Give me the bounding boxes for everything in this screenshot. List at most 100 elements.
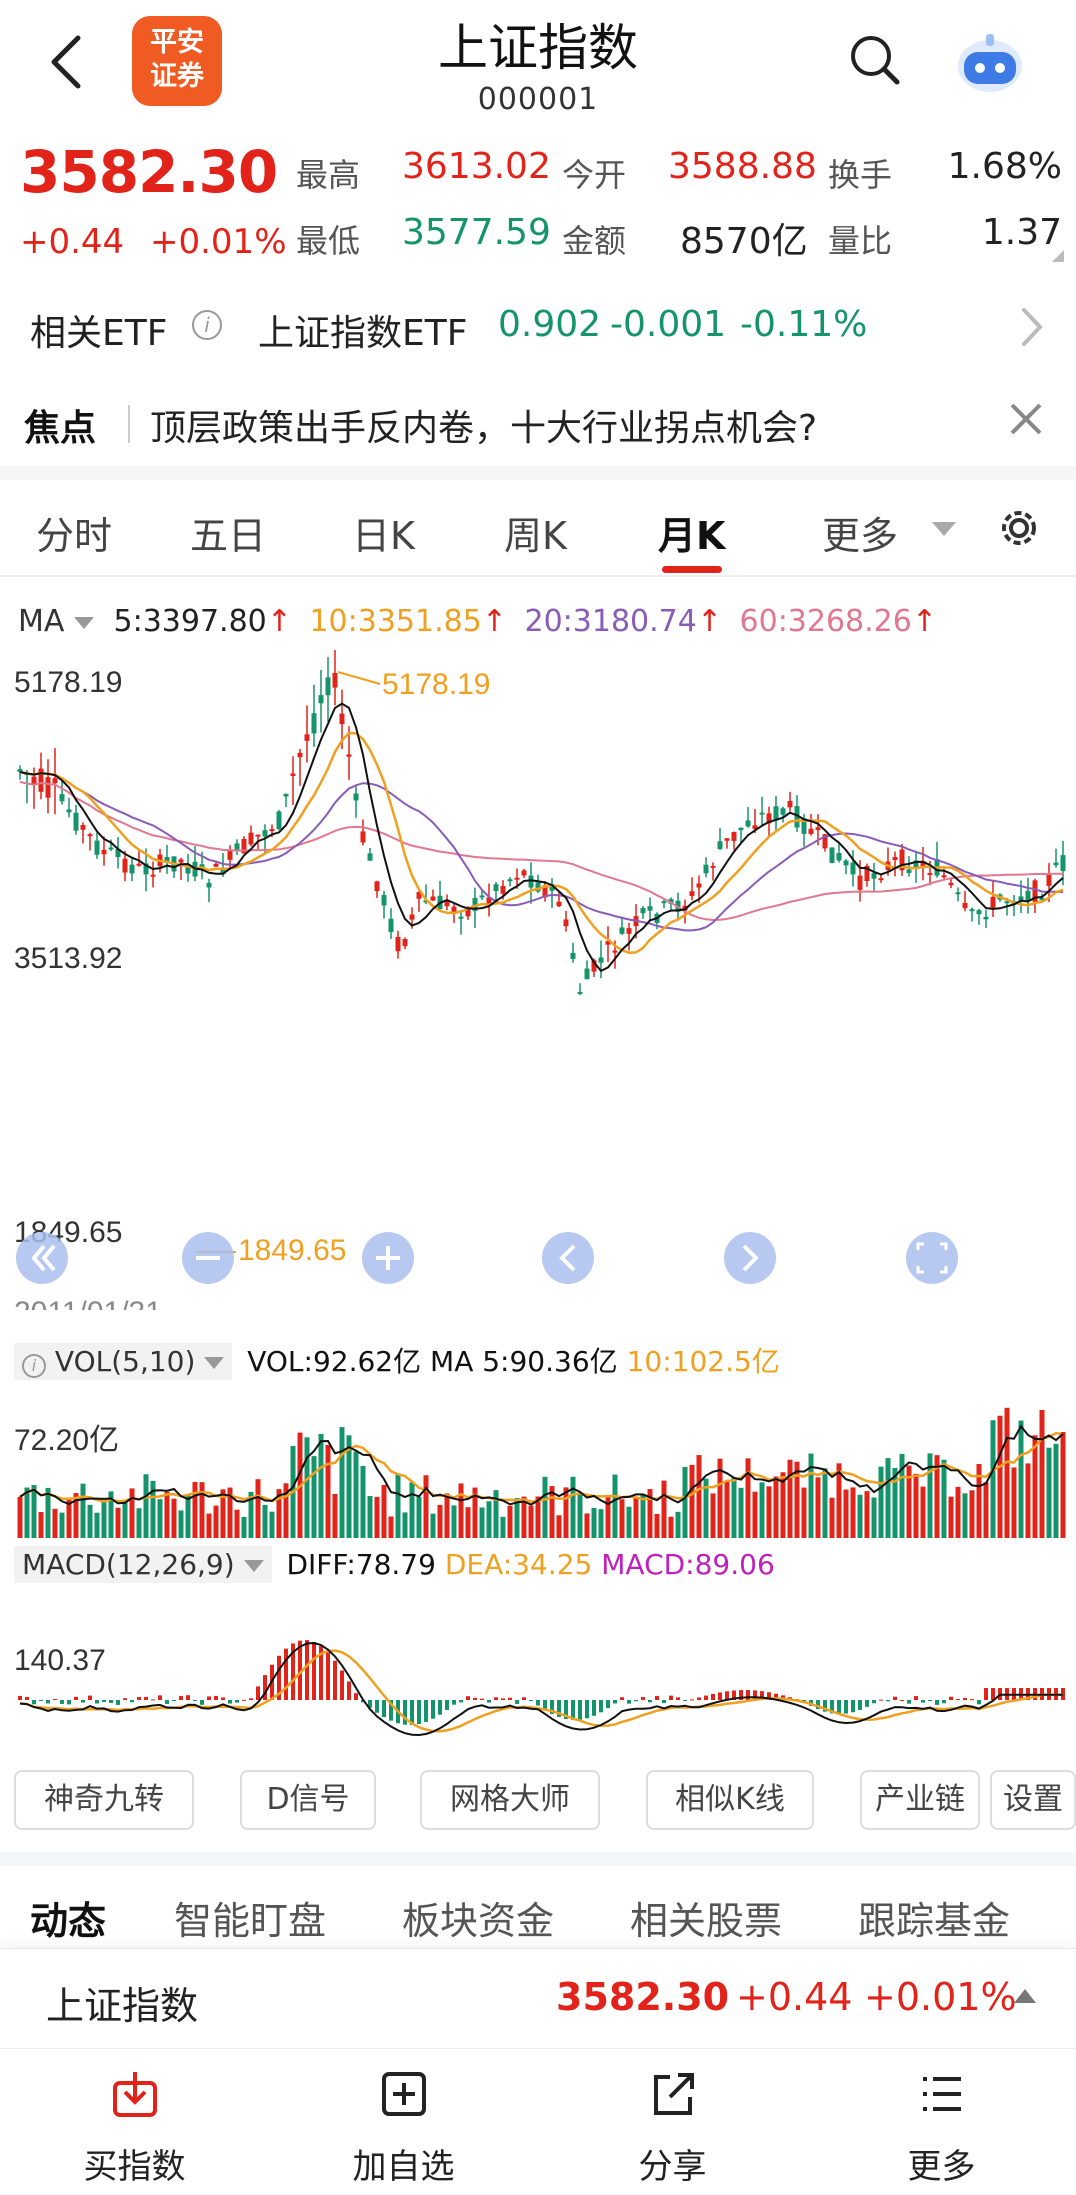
candles-group	[17, 650, 1066, 996]
macd-bar	[907, 1700, 911, 1704]
macd-bar	[844, 1700, 848, 1714]
macd-bar	[417, 1700, 421, 1725]
diff-line	[19, 1641, 1063, 1737]
nav-more[interactable]: 更多	[807, 2049, 1076, 2195]
dropdown-arrow-icon[interactable]	[932, 522, 956, 536]
nav-buy-index[interactable]: 买指数	[0, 2049, 269, 2195]
macd-bar	[207, 1696, 211, 1700]
volume-bar	[241, 1516, 247, 1538]
macd-bar	[172, 1700, 176, 1701]
related-etf-row[interactable]: 相关ETF i 上证指数ETF 0.902 -0.001 -0.11%	[0, 290, 1076, 370]
ma-selector[interactable]: MA	[18, 604, 94, 639]
tool-d-signal-button[interactable]: D信号	[240, 1770, 376, 1830]
subtab-news[interactable]: 动态	[30, 1890, 106, 1945]
tool-nine-turn-button[interactable]: 神奇九转	[14, 1770, 194, 1830]
ma10-line	[19, 731, 1064, 955]
tool-industry-chain-button[interactable]: 产业链	[860, 1770, 980, 1830]
volume-bar	[24, 1487, 30, 1538]
macd-bar	[88, 1695, 92, 1700]
macd-bar	[235, 1700, 239, 1703]
scroll-left-button[interactable]	[542, 1232, 594, 1284]
candle-body	[31, 776, 37, 784]
tab-monthly-k[interactable]: 月K	[658, 505, 725, 560]
tab-intraday[interactable]: 分时	[36, 505, 112, 560]
volume-bar	[143, 1474, 149, 1538]
stock-code: 000001	[477, 82, 599, 117]
volume-bar	[325, 1444, 331, 1538]
scroll-left-fast-button[interactable]	[16, 1232, 68, 1284]
macd-bar	[963, 1697, 967, 1700]
scroll-right-button[interactable]	[724, 1232, 776, 1284]
tool-grid-master-button[interactable]: 网格大师	[420, 1770, 600, 1830]
tab-five-day[interactable]: 五日	[190, 505, 266, 560]
volume-bar	[815, 1477, 821, 1538]
bottom-quote-bar[interactable]: 上证指数 3582.30 +0.44 +0.01%	[0, 1948, 1076, 2048]
tool-similar-k-button[interactable]: 相似K线	[646, 1770, 814, 1830]
bottom-quote-price: 3582.30	[556, 1975, 730, 2019]
monthly-kline-chart[interactable]: 5178.19 3513.92 1849.65 5178.19 1849.65 …	[0, 650, 1076, 1310]
volratio-label: 量比	[828, 222, 893, 260]
etf-price: 0.902	[498, 304, 602, 345]
vol-value: VOL:92.62亿	[247, 1345, 422, 1378]
candle-body	[759, 812, 765, 815]
tab-weekly-k[interactable]: 周K	[504, 505, 567, 560]
focus-news-row[interactable]: 焦点 顶层政策出手反内卷，十大行业拐点机会?	[0, 385, 1076, 465]
macd-bar	[977, 1700, 981, 1705]
subtab-tracking-funds[interactable]: 跟踪基金	[858, 1890, 1010, 1945]
tab-more[interactable]: 更多	[822, 505, 898, 560]
search-button[interactable]	[845, 30, 905, 90]
zoom-out-button[interactable]	[182, 1232, 234, 1284]
candle-body	[1060, 855, 1066, 872]
candle-body	[87, 834, 93, 837]
macd-bar	[886, 1700, 890, 1702]
candle-body	[59, 794, 65, 802]
subtab-smart-watch[interactable]: 智能盯盘	[174, 1890, 326, 1945]
volume-bar	[150, 1480, 156, 1538]
macd-bar	[249, 1698, 253, 1700]
nav-add-watchlist[interactable]: 加自选	[269, 2049, 538, 2195]
macd-bar	[585, 1700, 589, 1719]
zoom-in-button[interactable]	[362, 1232, 414, 1284]
volume-bar	[388, 1516, 394, 1538]
macd-bar	[641, 1697, 645, 1700]
robot-icon	[958, 34, 1022, 92]
macd-bar	[242, 1699, 246, 1701]
volume-bar	[423, 1475, 429, 1538]
candle-body	[325, 677, 331, 696]
fullscreen-button[interactable]	[906, 1232, 958, 1284]
subtab-related-stocks[interactable]: 相关股票	[630, 1890, 782, 1945]
volume-bar	[486, 1501, 492, 1538]
close-icon[interactable]	[1004, 397, 1048, 441]
ma10-value: 10:3351.85	[309, 604, 482, 639]
section-separator	[0, 1852, 1076, 1866]
ma60-value: 60:3268.26	[739, 604, 912, 639]
candle-body	[297, 752, 303, 758]
assistant-robot-button[interactable]	[950, 22, 1030, 102]
macd-bar	[676, 1697, 680, 1700]
settings-gear-icon[interactable]	[994, 503, 1044, 553]
candle-body	[703, 864, 709, 874]
subtab-sector-funds[interactable]: 板块资金	[402, 1890, 554, 1945]
tab-daily-k[interactable]: 日K	[352, 505, 415, 560]
info-icon[interactable]: i	[192, 310, 222, 340]
turnover-value: 1.68%	[947, 146, 1062, 187]
macd-chart[interactable]: 140.37	[0, 1590, 1076, 1750]
volume-bar	[640, 1494, 646, 1538]
nav-share[interactable]: 分享	[538, 2049, 807, 2195]
volume-chart[interactable]: 72.20亿	[0, 1380, 1076, 1540]
tool-settings-button[interactable]: 设置	[990, 1770, 1076, 1830]
macd-selector[interactable]: MACD(12,26,9)	[14, 1546, 272, 1583]
macd-bar	[116, 1700, 120, 1705]
vol-selector[interactable]: i VOL(5,10)	[14, 1343, 233, 1380]
volume-bar	[115, 1507, 121, 1538]
volume-bar	[101, 1500, 107, 1538]
price-change: +0.44	[20, 222, 125, 262]
volume-bar	[17, 1496, 23, 1538]
etf-label: 相关ETF	[30, 313, 168, 354]
volume-bar	[598, 1509, 604, 1538]
candle-body	[941, 875, 947, 878]
etf-change-pct: -0.11%	[740, 304, 868, 345]
expand-corner-icon[interactable]	[1052, 250, 1064, 262]
candle-body	[248, 832, 254, 845]
expand-up-icon[interactable]	[1014, 1989, 1036, 2003]
